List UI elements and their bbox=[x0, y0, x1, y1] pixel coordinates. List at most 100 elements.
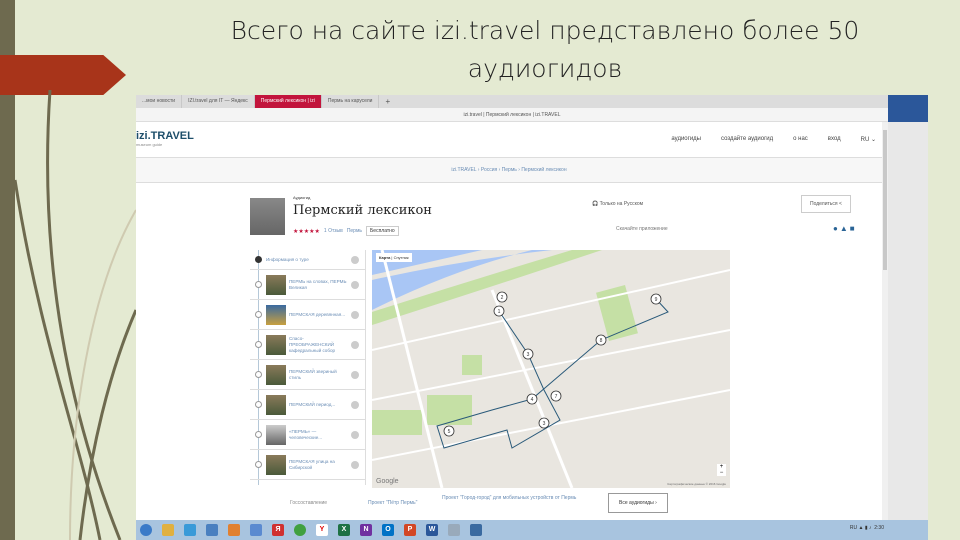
language-select[interactable]: RU ⌄ bbox=[861, 136, 876, 143]
reviews-link[interactable]: 1 Отзыв bbox=[324, 228, 343, 234]
address-bar[interactable]: izi.travel | Пермский лексикон | izi.TRA… bbox=[136, 108, 888, 122]
browser-tab-active[interactable]: Пермский лексикон | izi bbox=[254, 95, 322, 108]
play-icon bbox=[351, 340, 359, 349]
yandex-browser-icon[interactable]: Y bbox=[316, 524, 328, 536]
nav-login[interactable]: вход bbox=[828, 136, 841, 143]
slide-arrow-decoration bbox=[0, 55, 126, 95]
system-tray[interactable]: RU ▲ ▮ ♪ 2:30 bbox=[850, 525, 884, 531]
breadcrumb[interactable]: izi.TRAVEL › Россия › Пермь › Пермский л… bbox=[136, 158, 882, 183]
stops-list: Информация о туре ПЕРМЬ на словах, ПЕРМЬ… bbox=[250, 250, 366, 485]
new-tab-button[interactable]: + bbox=[379, 95, 396, 108]
map-marker-label: 7 bbox=[555, 394, 558, 400]
mail-icon[interactable] bbox=[206, 524, 218, 536]
word-icon[interactable]: W bbox=[426, 524, 438, 536]
footer-link[interactable]: Проект "Город-город" для мобильных устро… bbox=[442, 495, 582, 501]
page-footer: Госсоставление Проект "Пётр Пермь" Проек… bbox=[136, 488, 882, 520]
word-ribbon bbox=[888, 95, 928, 122]
stop-thumbnail bbox=[266, 424, 286, 445]
play-icon bbox=[351, 280, 359, 289]
stop-thumbnail bbox=[266, 364, 286, 385]
list-item[interactable]: Спасо-ПРЕОБРАЖЕНСКИЙ кафедральный собор bbox=[250, 330, 365, 360]
stop-thumbnail bbox=[266, 334, 286, 355]
speaker-icon[interactable] bbox=[250, 524, 262, 536]
title-line-1: Всего на сайте izi.travel представлено б… bbox=[230, 16, 860, 45]
map-marker-label: 5 bbox=[448, 429, 451, 435]
nav-audioguides[interactable]: аудиогиды bbox=[671, 136, 701, 143]
city-link[interactable]: Пермь bbox=[347, 228, 362, 234]
tour-thumbnail bbox=[250, 198, 285, 235]
clock: 2:30 bbox=[874, 525, 884, 531]
media-icon[interactable] bbox=[228, 524, 240, 536]
play-icon bbox=[351, 430, 359, 439]
browser-screenshot: ...мои новости IZI.travel для IT — Яндек… bbox=[136, 95, 928, 540]
photo-icon[interactable] bbox=[470, 524, 482, 536]
rating-stars: ★★★★★ bbox=[293, 228, 320, 235]
share-icon: < bbox=[839, 201, 842, 207]
language-info: 🎧 Только на Русском bbox=[592, 201, 644, 207]
store-label: Скачайте приложение bbox=[616, 226, 668, 232]
price-badge: Бесплатно bbox=[366, 226, 399, 236]
ie-icon[interactable] bbox=[184, 524, 196, 536]
explorer-icon[interactable] bbox=[162, 524, 174, 536]
play-icon bbox=[351, 255, 359, 264]
map-marker-label: 9 bbox=[655, 297, 658, 303]
list-item[interactable]: ПЕРМСКАЯ деревянная... bbox=[250, 300, 365, 330]
site-nav: аудиогиды создайте аудиогид о нас вход R… bbox=[671, 136, 876, 143]
list-item[interactable]: ПЕРМЬ на словах, ПЕРМЬ Великая bbox=[250, 270, 365, 300]
tablet-icon[interactable] bbox=[448, 524, 460, 536]
tab-bar: ...мои новости IZI.travel для IT — Яндек… bbox=[136, 95, 888, 108]
yandex-icon[interactable]: Я bbox=[272, 524, 284, 536]
tour-title: Пермский лексикон bbox=[293, 203, 432, 218]
title-line-2: аудиогидов bbox=[467, 54, 623, 83]
nav-about[interactable]: о нас bbox=[793, 136, 808, 143]
play-icon bbox=[351, 460, 359, 469]
outlook-icon[interactable]: O bbox=[382, 524, 394, 536]
map-canvas: 2 1 3 8 9 7 4 3 5 bbox=[372, 250, 730, 488]
slide-title: Всего на сайте izi.travel представлено б… bbox=[180, 12, 910, 88]
zoom-controls[interactable]: + − bbox=[717, 464, 726, 476]
stop-thumbnail bbox=[266, 454, 286, 475]
word-side-panel bbox=[888, 122, 928, 540]
list-item[interactable]: Информация о туре bbox=[250, 250, 365, 270]
map-type-toggle[interactable]: Карта | Спутник bbox=[376, 253, 412, 262]
stop-thumbnail bbox=[266, 304, 286, 325]
site-logo[interactable]: izi.TRAVEL museum guide bbox=[136, 130, 194, 147]
map-marker-label: 2 bbox=[501, 295, 504, 301]
play-icon bbox=[351, 310, 359, 319]
browser-tab[interactable]: Пермь на карусели bbox=[322, 95, 380, 108]
headphones-icon: 🎧 bbox=[592, 201, 599, 207]
map-copyright: Картографические данные © 2016 Google bbox=[667, 482, 726, 486]
all-audioguides-button[interactable]: Все аудиогиды › bbox=[608, 493, 668, 513]
browser-tab[interactable]: IZI.travel для IT — Яндекс bbox=[182, 95, 255, 108]
onenote-icon[interactable]: N bbox=[360, 524, 372, 536]
footer-link[interactable]: Проект "Пётр Пермь" bbox=[368, 500, 417, 506]
list-item[interactable]: ПЕРМСКИЙ период... bbox=[250, 390, 365, 420]
list-item[interactable]: ПЕРМСКАЯ улица на Сибирской bbox=[250, 450, 365, 480]
windows-taskbar: Я Y X N O P W RU ▲ ▮ ♪ 2:30 bbox=[136, 520, 928, 540]
tour-category: Аудиогид bbox=[293, 195, 311, 200]
site-header: izi.TRAVEL museum guide аудиогиды создайт… bbox=[136, 122, 882, 158]
stop-thumbnail bbox=[266, 394, 286, 415]
tour-map[interactable]: 2 1 3 8 9 7 4 3 5 Карта | Спутник Google Картогр… bbox=[372, 250, 730, 488]
browser-tab[interactable]: ...мои новости bbox=[136, 95, 183, 108]
share-button[interactable]: Поделиться < bbox=[801, 195, 851, 213]
page-scrollbar[interactable] bbox=[882, 122, 888, 520]
chrome-icon[interactable] bbox=[294, 524, 306, 536]
map-marker-label: 1 bbox=[498, 309, 501, 315]
footer-link[interactable]: Госсоставление bbox=[290, 500, 327, 506]
map-marker-label: 8 bbox=[600, 338, 603, 344]
map-marker-label: 3 bbox=[527, 352, 530, 358]
list-item[interactable]: ПЕРМСКИЙ звериный стиль bbox=[250, 360, 365, 390]
map-marker-label: 3 bbox=[543, 421, 546, 427]
excel-icon[interactable]: X bbox=[338, 524, 350, 536]
app-store-icons[interactable]: ●▲■ bbox=[833, 224, 857, 233]
list-item[interactable]: «ПЕРМЬ» — человеческие... bbox=[250, 420, 365, 450]
powerpoint-icon[interactable]: P bbox=[404, 524, 416, 536]
start-icon[interactable] bbox=[140, 524, 152, 536]
play-icon bbox=[351, 370, 359, 379]
google-logo: Google bbox=[376, 478, 399, 485]
nav-create[interactable]: создайте аудиогид bbox=[721, 136, 773, 143]
grass-decoration bbox=[13, 90, 138, 540]
stop-thumbnail bbox=[266, 274, 286, 295]
play-icon bbox=[351, 400, 359, 409]
